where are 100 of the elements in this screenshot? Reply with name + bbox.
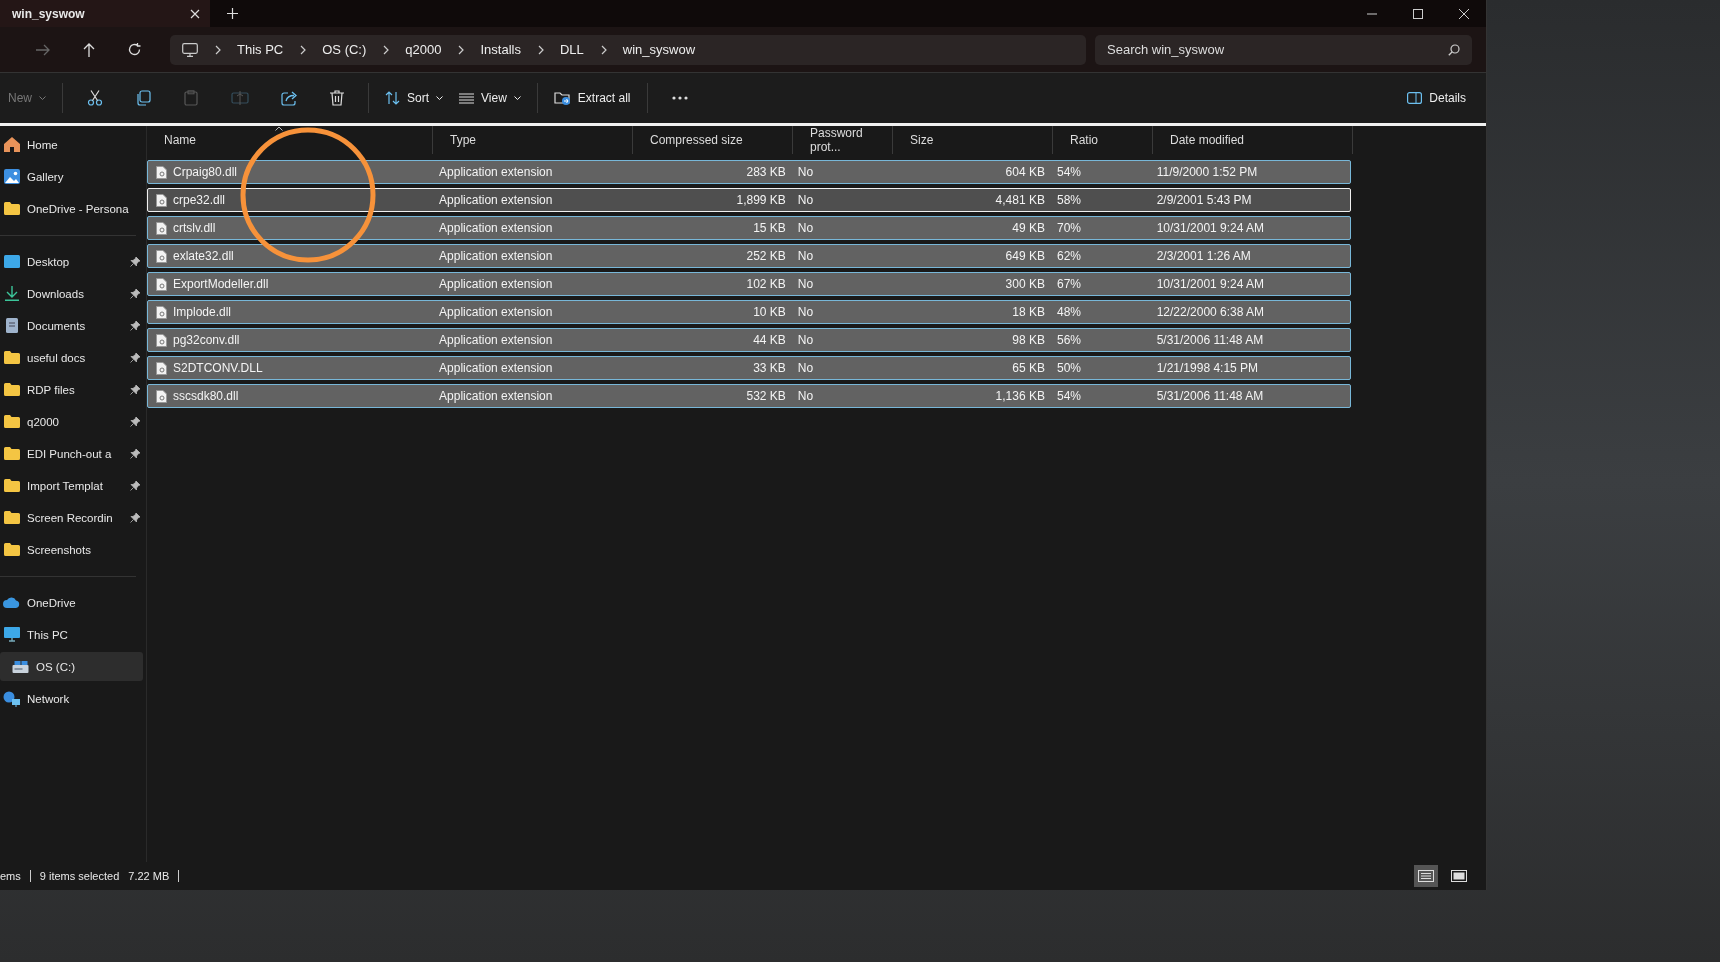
minimize-icon[interactable] bbox=[1367, 12, 1377, 15]
up-arrow-icon[interactable] bbox=[83, 42, 95, 57]
sidebar-item[interactable]: Home bbox=[0, 130, 143, 159]
pin-icon bbox=[130, 513, 140, 523]
copy-icon[interactable] bbox=[135, 90, 151, 106]
table-cell: Application extension bbox=[439, 249, 553, 263]
table-cell: S2DTCONV.DLL bbox=[173, 361, 263, 375]
sidebar-item[interactable]: Screen Recordin bbox=[0, 503, 143, 532]
breadcrumb[interactable]: win_syswow bbox=[622, 42, 696, 57]
sidebar-label: OneDrive - Persona bbox=[27, 202, 129, 215]
sidebar-label: OneDrive bbox=[27, 596, 76, 609]
sidebar-item[interactable]: Screenshots bbox=[0, 535, 143, 564]
window-tab[interactable]: win_syswow bbox=[0, 0, 210, 27]
file-icon bbox=[156, 305, 167, 319]
sidebar-label: Gallery bbox=[27, 170, 64, 183]
table-cell: No bbox=[797, 249, 814, 263]
file-row[interactable]: S2DTCONV.DLL Application extension 33 KB No 65 KB 50% 1/21/1998 4:15 PM bbox=[147, 356, 1351, 380]
table-cell: 98 KB bbox=[1012, 333, 1045, 347]
file-icon bbox=[156, 221, 167, 235]
column-header[interactable]: Password prot... bbox=[793, 126, 893, 154]
network-icon bbox=[3, 690, 20, 707]
details-button[interactable]: Details bbox=[1399, 85, 1474, 111]
sort-caret-icon bbox=[275, 126, 284, 131]
pin-icon bbox=[130, 321, 140, 331]
close-icon[interactable] bbox=[1459, 8, 1469, 19]
maximize-icon[interactable] bbox=[1413, 8, 1423, 19]
close-icon[interactable] bbox=[190, 8, 200, 19]
sidebar-label: OS (C:) bbox=[36, 660, 75, 673]
column-header[interactable]: Size bbox=[893, 126, 1053, 154]
more-icon[interactable] bbox=[671, 96, 688, 100]
breadcrumb[interactable]: OS (C:) bbox=[322, 42, 367, 57]
sidebar-item[interactable]: This PC bbox=[0, 620, 143, 649]
table-cell: 10 KB bbox=[753, 305, 786, 319]
sidebar-item[interactable]: EDI Punch-out a bbox=[0, 439, 143, 468]
table-cell: No bbox=[797, 221, 814, 235]
share-icon[interactable] bbox=[281, 90, 298, 106]
file-row[interactable]: pg32conv.dll Application extension 44 KB No 98 KB 56% 5/31/2006 11:48 AM bbox=[147, 328, 1351, 352]
file-row[interactable]: exlate32.dll Application extension 252 KB No 649 KB 62% 2/3/2001 1:26 AM bbox=[147, 244, 1351, 268]
breadcrumb[interactable]: Installs bbox=[480, 42, 521, 57]
sidebar-label: Home bbox=[27, 138, 58, 151]
search-field[interactable]: Search win_syswow bbox=[1095, 34, 1472, 65]
column-header[interactable]: Compressed size bbox=[633, 126, 793, 154]
sidebar-item[interactable]: Network bbox=[0, 684, 143, 713]
sidebar-item[interactable]: RDP files bbox=[0, 375, 143, 404]
monitor-icon bbox=[182, 42, 198, 57]
table-cell: Application extension bbox=[439, 277, 553, 291]
table-cell: 54% bbox=[1057, 165, 1081, 179]
breadcrumb[interactable]: This PC bbox=[237, 42, 284, 57]
table-cell: 65 KB bbox=[1012, 361, 1045, 375]
sidebar-item[interactable]: OS (C:) bbox=[0, 652, 143, 681]
file-row[interactable]: sscsdk80.dll Application extension 532 KB No 1,136 KB 54% 5/31/2006 11:48 AM bbox=[147, 384, 1351, 408]
sidebar-item[interactable]: useful docs bbox=[0, 343, 143, 372]
breadcrumb[interactable]: q2000 bbox=[405, 42, 442, 57]
breadcrumb[interactable]: DLL bbox=[559, 42, 584, 57]
sidebar-item[interactable]: Gallery bbox=[0, 162, 143, 191]
sidebar-item[interactable]: Import Templat bbox=[0, 471, 143, 500]
table-cell: 49 KB bbox=[1012, 221, 1045, 235]
view-button[interactable]: View bbox=[451, 85, 529, 111]
address-bar[interactable]: This PC OS (C:) q2000 Installs DLL win_syswow bbox=[170, 34, 1086, 65]
sidebar-label: useful docs bbox=[27, 351, 86, 364]
sidebar-item[interactable]: Desktop bbox=[0, 247, 143, 276]
sidebar-item[interactable]: OneDrive bbox=[0, 588, 143, 617]
table-cell: 2/9/2001 5:43 PM bbox=[1156, 193, 1252, 207]
item-count: ems bbox=[0, 870, 21, 882]
sidebar-label: Screenshots bbox=[27, 543, 91, 556]
file-row[interactable]: crpe32.dll Application extension 1,899 KB No 4,481 KB 58% 2/9/2001 5:43 PM bbox=[147, 188, 1351, 212]
column-header[interactable]: Name bbox=[147, 126, 433, 154]
tab-title: win_syswow bbox=[12, 6, 86, 21]
details-view-button[interactable] bbox=[1414, 865, 1438, 887]
details-view-icon bbox=[1418, 870, 1434, 882]
caret-icon bbox=[436, 96, 444, 100]
sidebar-item[interactable]: OneDrive - Persona bbox=[0, 194, 143, 223]
file-icon bbox=[156, 389, 167, 403]
folder-icon bbox=[3, 447, 20, 460]
table-cell: 102 KB bbox=[746, 277, 786, 291]
pin-icon bbox=[130, 417, 140, 427]
refresh-icon[interactable] bbox=[128, 43, 141, 56]
file-row[interactable]: crtslv.dll Application extension 15 KB No 49 KB 70% 10/31/2001 9:24 AM bbox=[147, 216, 1351, 240]
sidebar-item[interactable]: q2000 bbox=[0, 407, 143, 436]
monitor-icon bbox=[3, 627, 20, 642]
table-cell: 4,481 KB bbox=[995, 193, 1045, 207]
file-row[interactable]: Crpaig80.dll Application extension 283 KB No 604 KB 54% 11/9/2000 1:52 PM bbox=[147, 160, 1351, 184]
column-header[interactable]: Ratio bbox=[1053, 126, 1153, 154]
sidebar-label: q2000 bbox=[27, 415, 59, 428]
scissors-icon[interactable] bbox=[87, 90, 103, 106]
sidebar-item[interactable]: Downloads bbox=[0, 279, 143, 308]
sidebar-label: EDI Punch-out a bbox=[27, 447, 112, 460]
column-header[interactable]: Type bbox=[433, 126, 633, 154]
picture-icon bbox=[3, 169, 20, 184]
file-row[interactable]: ExportModeller.dll Application extension 102 KB No 300 KB 67% 10/31/2001 9:24 AM bbox=[147, 272, 1351, 296]
file-row[interactable]: Implode.dll Application extension 10 KB No 18 KB 48% 12/22/2000 6:38 AM bbox=[147, 300, 1351, 324]
plus-icon[interactable] bbox=[227, 8, 238, 19]
trash-icon[interactable] bbox=[330, 90, 344, 106]
table-cell: No bbox=[797, 193, 814, 207]
extract-all-button[interactable]: Extract all bbox=[545, 84, 639, 112]
sort-button[interactable]: Sort bbox=[377, 85, 452, 111]
sidebar-label: Downloads bbox=[27, 287, 84, 300]
table-cell: 1,899 KB bbox=[736, 193, 786, 207]
sidebar-item[interactable]: Documents bbox=[0, 311, 143, 340]
column-header[interactable]: Date modified bbox=[1153, 126, 1353, 154]
